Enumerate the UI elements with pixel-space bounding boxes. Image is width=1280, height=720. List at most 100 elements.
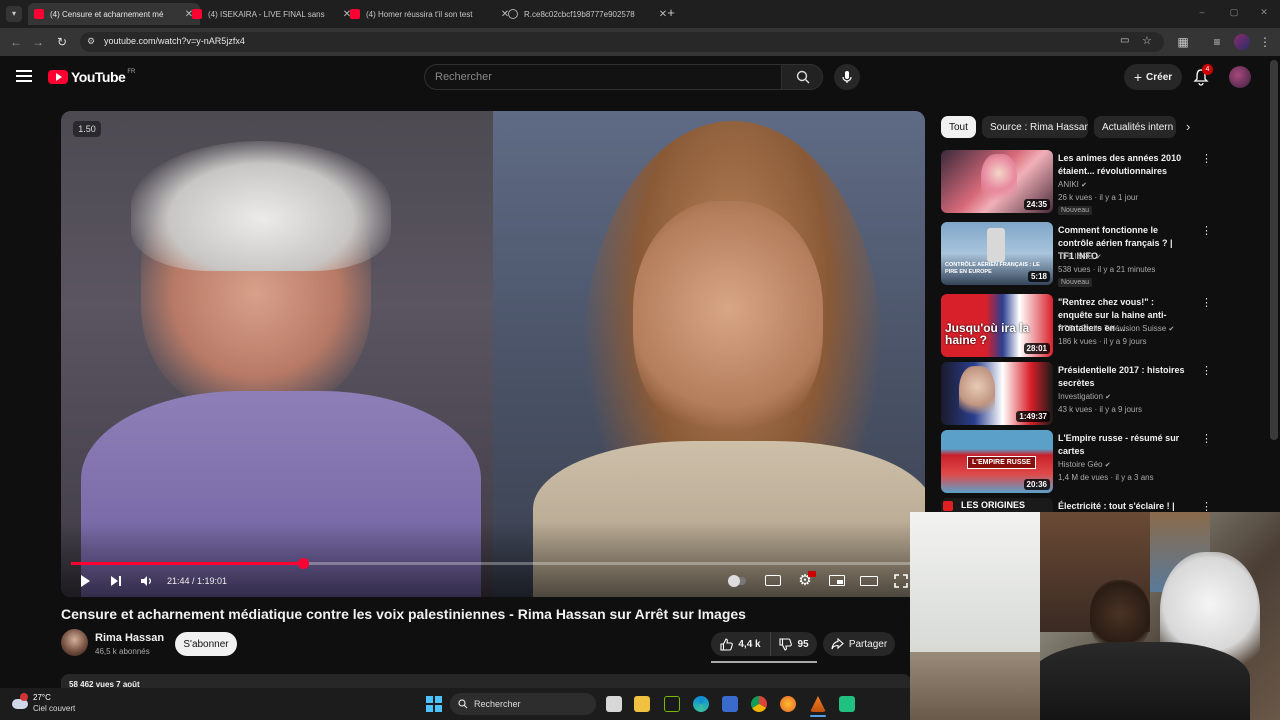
miniplayer-button[interactable] [827,571,847,591]
like-bar-underline [711,661,817,663]
close-window-icon[interactable]: ✕ [1258,7,1270,19]
video-title: Censure et acharnement médiatique contre… [61,606,746,622]
forward-arrow-icon[interactable]: → [30,34,46,50]
browser-tab-active[interactable]: (4) Censure et acharnement mé ✕ [28,3,200,25]
progress-bar[interactable] [71,558,915,569]
youtube-favicon-icon [350,9,360,19]
vlc-icon[interactable] [810,696,826,712]
browser-tab[interactable]: R.ce8c02cbcf19b8777e902578 ✕ [502,3,674,25]
playback-speed-badge: 1.50 [73,121,101,137]
recommendation-meta: 186 k vues · il y a 9 jours [1058,337,1147,346]
video-player[interactable]: 1.50 21:44 / 1:19:01 ⚙ [61,111,925,597]
video-thumbnail[interactable]: Jusqu'où ira la haine ? 28:01 [941,294,1053,357]
edge-browser-icon[interactable] [693,696,709,712]
notifications-bell-icon[interactable]: 4 [1193,64,1213,86]
weather-alert-badge [20,693,28,701]
like-button[interactable]: 4,4 k [711,632,771,656]
video-thumbnail[interactable]: 1:49:37 [941,362,1053,425]
chip-source[interactable]: Source : Rima Hassan [982,116,1088,138]
bookmark-star-icon[interactable]: ☆ [1142,34,1152,47]
chip-all[interactable]: Tout [941,116,976,138]
recommendation-item[interactable]: L'EMPIRE RUSSE 20:36 L'Empire russe - ré… [941,430,1212,496]
more-options-icon[interactable]: ⋮ [1201,364,1212,377]
tab-title: (4) ISEKAIRA - LIVE FINAL sans [208,9,325,19]
recommendation-title: L'Empire russe - résumé sur cartes [1058,433,1180,456]
verified-check-icon: ✔ [1081,182,1088,189]
channel-avatar[interactable] [61,629,88,656]
reading-list-icon[interactable]: ≡ [1209,34,1225,50]
subscriber-count: 46,5 k abonnés [95,647,150,656]
windows-start-icon[interactable] [426,696,442,712]
maximize-window-icon[interactable]: ▢ [1228,7,1240,19]
subtitles-button[interactable] [763,571,783,591]
settings-button[interactable]: ⚙ [795,571,816,591]
browser-tab[interactable]: (4) Homer réussira t'il son test ✕ [344,3,516,25]
chevron-right-icon[interactable]: › [1186,119,1190,134]
more-options-icon[interactable]: ⋮ [1201,152,1212,165]
hamburger-menu-icon[interactable] [16,68,32,84]
search-placeholder: Rechercher [435,71,492,83]
address-bar[interactable]: ⚙ youtube.com/watch?v=y-nAR5jzfx4 ▭ ☆ [80,32,1164,52]
chrome-icon[interactable] [751,696,767,712]
video-thumbnail[interactable]: LES ORIGINES [941,498,1053,512]
chip-news[interactable]: Actualités intern [1094,116,1176,138]
browser-tab[interactable]: (4) ISEKAIRA - LIVE FINAL sans ✕ [186,3,358,25]
more-options-icon[interactable]: ⋮ [1201,500,1211,512]
region-code: FR [127,69,136,75]
profile-avatar-icon[interactable] [1234,34,1250,50]
url-text: youtube.com/watch?v=y-nAR5jzfx4 [104,36,245,46]
fullscreen-button[interactable] [891,571,911,591]
more-options-icon[interactable]: ⋮ [1201,296,1212,309]
reload-icon[interactable]: ↻ [54,34,70,50]
account-avatar[interactable] [1229,66,1251,88]
channel-name[interactable]: Rima Hassan [95,632,164,644]
site-info-icon[interactable]: ⚙ [87,36,95,47]
app-icon[interactable] [839,696,855,712]
fullscreen-icon [894,574,908,588]
browser-menu-icon[interactable]: ⋮ [1257,34,1273,50]
new-tab-icon[interactable]: + [664,5,678,21]
page-scrollbar[interactable] [1270,60,1278,440]
nvidia-icon[interactable] [664,696,680,712]
task-view-icon[interactable] [606,696,622,712]
subscribe-button[interactable]: S'abonner [175,632,237,656]
tab-title: (4) Censure et acharnement mé [50,9,164,19]
volume-button[interactable] [136,571,156,591]
comments-button[interactable]: 95 [771,632,817,656]
cast-icon[interactable]: ▭ [1120,35,1129,46]
duration-badge: 28:01 [1023,343,1050,354]
tab-list-chevron-icon[interactable]: ▾ [6,6,22,22]
youtube-logo[interactable]: YouTube FR [48,69,135,85]
video-thumbnail[interactable]: 24:35 [941,150,1053,213]
search-icon [458,699,468,709]
recommendation-item[interactable]: Jusqu'où ira la haine ? 28:01 "Rentrez c… [941,294,1212,360]
recommendation-item[interactable]: 1:49:37 Présidentielle 2017 : histoires … [941,362,1212,428]
back-arrow-icon[interactable]: ← [8,34,24,50]
voice-search-button[interactable] [834,64,860,90]
subtitles-icon [765,575,781,586]
verified-check-icon: ✔ [1168,326,1175,333]
create-button[interactable]: + Créer [1124,64,1182,90]
recommendation-item[interactable]: LES ORIGINES Électricité : tout s'éclair… [941,498,1211,512]
store-icon[interactable] [722,696,738,712]
video-thumbnail[interactable]: L'EMPIRE RUSSE 20:36 [941,430,1053,493]
play-button[interactable] [75,571,95,591]
search-input[interactable]: Rechercher [424,64,782,90]
theater-mode-button[interactable] [859,571,879,591]
file-explorer-icon[interactable] [634,696,650,712]
recommendation-item[interactable]: 24:35 Les animes des années 2010 étaient… [941,150,1212,216]
recommendation-item[interactable]: CONTRÔLE AÉRIEN FRANÇAIS : LE PIRE EN EU… [941,222,1212,288]
autoplay-toggle[interactable] [727,571,747,591]
share-arrow-icon [831,638,844,650]
more-options-icon[interactable]: ⋮ [1201,432,1212,445]
video-thumbnail[interactable]: CONTRÔLE AÉRIEN FRANÇAIS : LE PIRE EN EU… [941,222,1053,285]
firefox-icon[interactable] [780,696,796,712]
next-video-button[interactable] [106,571,126,591]
taskbar-search[interactable]: Rechercher [450,693,596,715]
minimize-window-icon[interactable]: – [1196,7,1208,19]
extensions-icon[interactable]: ▦ [1175,34,1191,50]
windows-taskbar: 27°C Ciel couvert Rechercher [0,688,910,720]
more-options-icon[interactable]: ⋮ [1201,224,1212,237]
search-button[interactable] [781,64,823,90]
share-button[interactable]: Partager [823,632,895,656]
